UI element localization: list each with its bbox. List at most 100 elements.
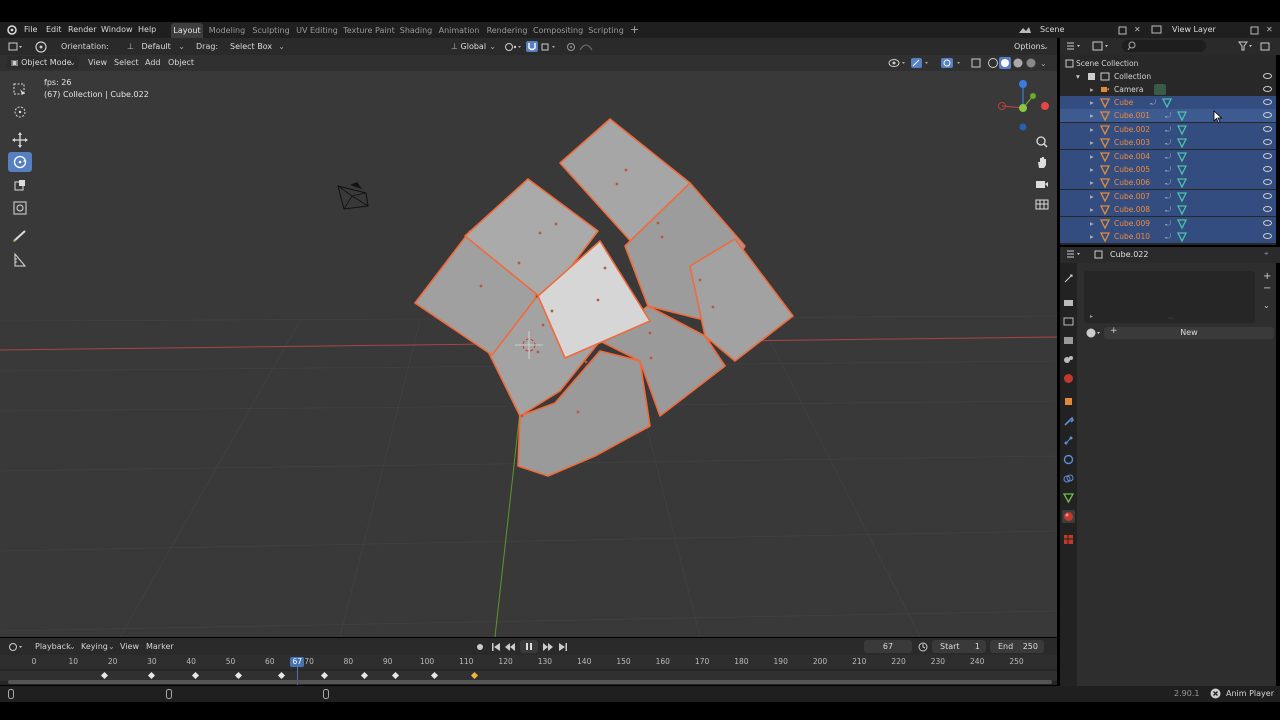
scene-selector[interactable]: Scene — [1040, 22, 1110, 38]
disclosure-closed-icon[interactable]: ▸ — [1090, 163, 1094, 176]
options-dropdown[interactable]: Options ⌄ — [1010, 40, 1052, 53]
frame-ruler[interactable]: 0 10 20 30 40 50 60 70 80 90 100 110 120 130 140 150 160… — [0, 655, 1057, 669]
pivot-icon[interactable] — [504, 38, 524, 55]
transform-tool-icon[interactable] — [8, 198, 32, 218]
zoom-icon[interactable] — [1034, 134, 1050, 150]
eye-icon[interactable] — [1263, 99, 1272, 105]
tab-texture-paint[interactable]: Texture Paint — [343, 23, 395, 38]
output-tab-icon[interactable] — [1062, 315, 1075, 328]
xray-icon[interactable] — [970, 55, 982, 71]
outliner-row-cube[interactable]: ▸ Cube.006 ⤾ — [1060, 176, 1276, 190]
disclosure-closed-icon[interactable]: ▸ — [1090, 176, 1094, 189]
current-frame-field[interactable]: 67 — [864, 640, 912, 653]
shading-options-chevron-icon[interactable]: ⌄ — [1040, 55, 1047, 71]
start-frame-field[interactable]: Start 1 — [932, 640, 986, 653]
view-layer-icon[interactable] — [1150, 22, 1164, 38]
outliner-row-camera[interactable]: ▸ Camera — [1060, 83, 1276, 96]
eye-icon[interactable] — [1263, 139, 1272, 146]
outliner-row-collection[interactable]: ▾ Collection — [1060, 70, 1276, 83]
tab-rendering[interactable]: Rendering — [485, 23, 529, 38]
display-mode-icon[interactable] — [1092, 41, 1110, 54]
menu-help[interactable]: Help — [138, 22, 156, 38]
new-collection-icon[interactable] — [1260, 41, 1272, 54]
constraints-tab-icon[interactable] — [1062, 472, 1075, 485]
view-layer-tab-icon[interactable] — [1062, 334, 1075, 347]
disclosure-closed-icon[interactable]: ▸ — [1090, 230, 1094, 243]
resize-handle-icon[interactable]: ⋯ — [1168, 315, 1174, 322]
viewport-menu-add[interactable]: Add — [145, 55, 161, 71]
modifier-wrench-icon[interactable]: ⤾ — [1165, 203, 1171, 216]
rotate-tool-icon[interactable] — [8, 152, 32, 172]
disclosure-closed-icon[interactable]: ▸ — [1090, 217, 1094, 230]
selected-cubes-mesh[interactable] — [414, 118, 794, 477]
modifier-tab-icon[interactable] — [1062, 415, 1075, 428]
viewport-menu-view[interactable]: View — [88, 55, 107, 71]
disclosure-open-icon[interactable]: ▾ — [1076, 70, 1080, 83]
timeline-editor-icon[interactable] — [8, 638, 24, 655]
modifier-wrench-icon[interactable]: ⤾ — [1165, 230, 1171, 243]
new-material-button[interactable]: + New — [1104, 326, 1274, 339]
tab-shading[interactable]: Shading — [399, 23, 433, 38]
particles-tab-icon[interactable] — [1062, 434, 1075, 447]
move-tool-icon[interactable] — [8, 130, 32, 150]
shading-material-icon[interactable] — [1012, 55, 1024, 71]
outliner-search-input[interactable] — [1122, 40, 1206, 52]
material-browse-icon[interactable] — [1085, 327, 1103, 341]
eye-icon[interactable] — [1263, 233, 1272, 239]
measure-tool-icon[interactable] — [8, 250, 32, 270]
orientation-dropdown[interactable]: ⊥ Default ⌄ — [123, 40, 188, 53]
viewport-menu-object[interactable]: Object — [168, 55, 194, 71]
close-view-layer-icon[interactable]: ✕ — [1266, 22, 1273, 38]
remove-slot-icon[interactable]: − — [1263, 283, 1271, 294]
eye-icon[interactable] — [1263, 152, 1272, 159]
menu-window[interactable]: Window — [101, 22, 133, 38]
tab-animation[interactable]: Animation — [437, 23, 481, 38]
record-icon[interactable] — [475, 638, 485, 655]
texture-tab-icon[interactable] — [1062, 533, 1075, 546]
close-scene-icon[interactable]: ✕ — [1134, 22, 1141, 38]
annotate-tool-icon[interactable] — [8, 226, 32, 246]
add-slot-icon[interactable]: + — [1263, 271, 1271, 282]
shading-wireframe-icon[interactable] — [987, 55, 999, 71]
grid-view-icon[interactable] — [1034, 196, 1050, 212]
tab-compositing[interactable]: Compositing — [533, 23, 583, 38]
modifier-wrench-icon[interactable]: ⤾ — [1165, 163, 1171, 176]
object-tab-icon[interactable] — [1062, 395, 1075, 408]
modifier-wrench-icon[interactable]: ⤾ — [1165, 176, 1171, 189]
marker-menu[interactable]: Marker — [146, 638, 174, 655]
outliner-row-cube[interactable]: ▸ Cube.009 ⤾ — [1060, 216, 1276, 230]
visibility-icon[interactable] — [888, 55, 908, 71]
view-layer-selector[interactable]: View Layer — [1172, 22, 1242, 38]
disclosure-closed-icon[interactable]: ▸ — [1090, 96, 1094, 109]
mesh-data-icon[interactable] — [1176, 230, 1188, 245]
menu-render[interactable]: Render — [68, 22, 96, 38]
outliner-row-cube[interactable]: ▸ Cube.001 ⤾ — [1060, 109, 1276, 123]
material-tab-icon[interactable] — [1062, 510, 1075, 523]
outliner-row-cube[interactable]: ▸ Cube.005 ⤾ — [1060, 163, 1276, 176]
select-box-tool-icon[interactable] — [8, 80, 32, 100]
tab-layout[interactable]: Layout — [171, 23, 203, 38]
modifier-wrench-icon[interactable]: ⤾ — [1165, 109, 1171, 122]
jump-start-icon[interactable] — [491, 638, 501, 655]
outliner-row-cube[interactable]: ▸ Cube.008 ⤾ — [1060, 203, 1276, 217]
eye-icon[interactable] — [1263, 86, 1272, 92]
outliner-row-cube[interactable]: ▸ Cube.002 ⤾ — [1060, 122, 1276, 136]
transform-tool-icon[interactable] — [34, 38, 48, 55]
disclosure-closed-icon[interactable]: ▸ — [1090, 109, 1094, 122]
cursor-tool-icon[interactable] — [8, 102, 32, 122]
eye-icon[interactable] — [1263, 192, 1272, 199]
end-frame-field[interactable]: End 250 — [990, 640, 1044, 653]
tab-scripting[interactable]: Scripting — [587, 23, 625, 38]
snap-target-icon[interactable] — [540, 38, 560, 55]
pan-hand-icon[interactable] — [1034, 155, 1050, 171]
outliner-row-cube[interactable]: ▸ Cube.007 ⤾ — [1060, 189, 1276, 203]
menu-file[interactable]: File — [24, 22, 37, 38]
render-tab-icon[interactable] — [1062, 296, 1075, 309]
jump-end-icon[interactable] — [558, 638, 568, 655]
snap-icon[interactable] — [526, 41, 538, 52]
pin-icon[interactable]: ⌖ — [1264, 249, 1269, 259]
viewport-menu-select[interactable]: Select — [114, 55, 139, 71]
modifier-wrench-icon[interactable]: ⤾ — [1165, 190, 1171, 203]
eye-icon[interactable] — [1263, 73, 1272, 79]
disclosure-closed-icon[interactable]: ▸ — [1090, 123, 1094, 136]
